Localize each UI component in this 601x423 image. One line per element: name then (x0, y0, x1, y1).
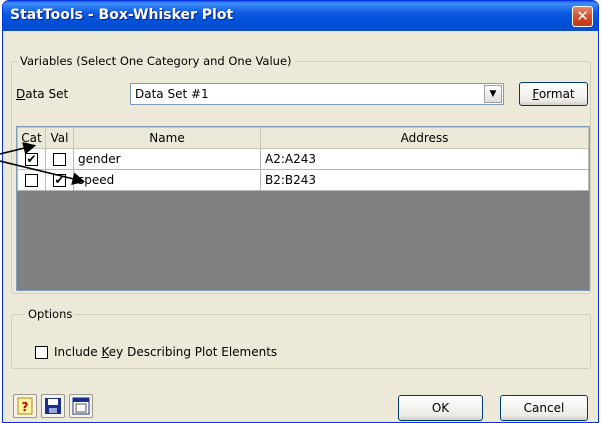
cat-checkbox[interactable]: ✔ (25, 153, 38, 166)
data-set-value: Data Set #1 (135, 87, 209, 101)
val-checkbox-cell[interactable] (45, 148, 74, 170)
variables-legend: Variables (Select One Category and One V… (17, 54, 295, 68)
table-row[interactable]: ✔ gender A2:A243 (17, 148, 589, 170)
table-row[interactable]: ✔ speed B2:B243 (17, 169, 589, 191)
save-button[interactable] (41, 394, 65, 418)
cat-checkbox[interactable] (25, 174, 38, 187)
ok-button[interactable]: OK (398, 395, 483, 421)
title-bar[interactable]: StatTools - Box-Whisker Plot ✕ (3, 1, 598, 31)
col-header-val[interactable]: Val (45, 127, 74, 149)
include-key-label[interactable]: Include Key Describing Plot Elements (54, 345, 277, 359)
variable-name: gender (73, 148, 261, 170)
variables-table: Cat Val Name Address ✔ gender A2:A243 ✔ … (17, 127, 589, 191)
cancel-button[interactable]: Cancel (500, 395, 588, 421)
variable-address: A2:A243 (260, 148, 589, 170)
variables-grid: Cat Val Name Address ✔ gender A2:A243 ✔ … (16, 126, 590, 291)
cat-checkbox-cell[interactable]: ✔ (17, 148, 46, 170)
help-icon: ? (17, 397, 33, 415)
data-set-label: Data Set (16, 87, 69, 101)
help-button[interactable]: ? (13, 394, 37, 418)
col-header-cat[interactable]: Cat (17, 127, 46, 149)
dialog-window: StatTools - Box-Whisker Plot ✕ Variables… (2, 0, 599, 423)
val-checkbox-cell[interactable]: ✔ (45, 169, 74, 191)
close-icon: ✕ (576, 7, 589, 25)
data-set-select[interactable]: Data Set #1 ▼ (130, 83, 504, 105)
save-icon (45, 398, 61, 414)
options-group (11, 314, 591, 369)
table-header-row: Cat Val Name Address (17, 127, 589, 149)
svg-text:?: ? (22, 400, 29, 414)
options-legend: Options (25, 307, 76, 321)
window-button[interactable] (69, 394, 93, 418)
col-header-name[interactable]: Name (73, 127, 261, 149)
val-checkbox[interactable] (53, 153, 66, 166)
close-button[interactable]: ✕ (572, 6, 593, 27)
chevron-down-icon[interactable]: ▼ (484, 85, 502, 103)
format-button[interactable]: Format (519, 82, 588, 106)
variable-address: B2:B243 (260, 169, 589, 191)
val-checkbox[interactable]: ✔ (53, 174, 66, 187)
col-header-address[interactable]: Address (260, 127, 589, 149)
window-title: StatTools - Box-Whisker Plot (10, 7, 234, 23)
window-icon (72, 397, 90, 415)
cat-checkbox-cell[interactable] (17, 169, 46, 191)
include-key-checkbox[interactable] (35, 346, 48, 359)
variable-name: speed (73, 169, 261, 191)
